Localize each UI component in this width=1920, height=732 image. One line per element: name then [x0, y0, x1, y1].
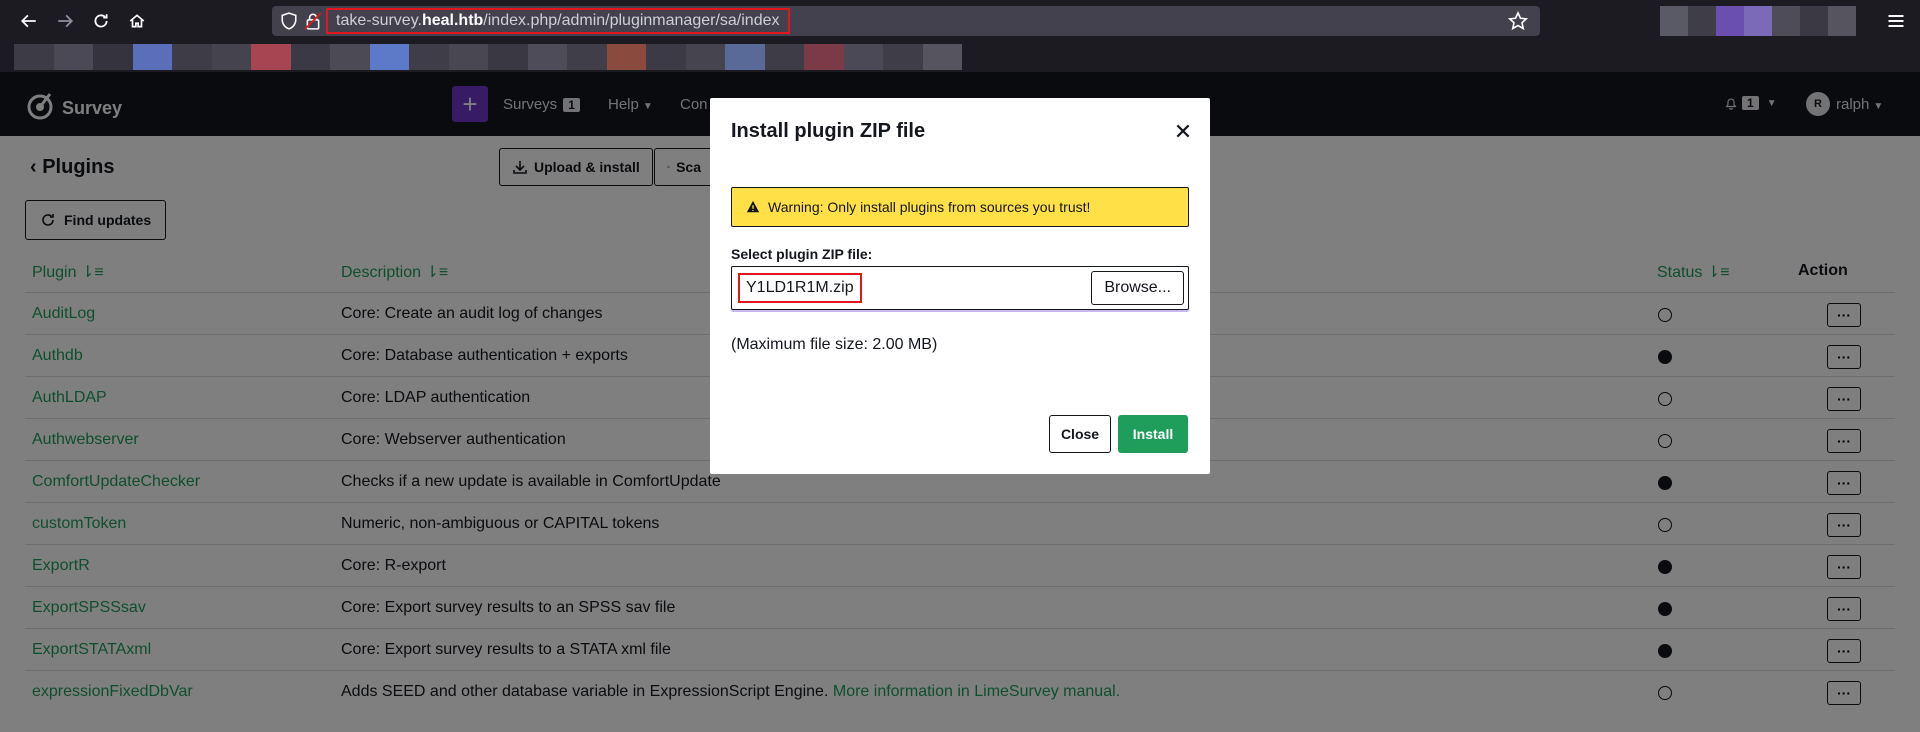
bookmark-item[interactable] — [646, 44, 686, 70]
extension-icon[interactable] — [1660, 6, 1688, 36]
install-plugin-modal: Install plugin ZIP file Warning: Only in… — [710, 98, 1210, 474]
bookmark-item[interactable] — [53, 44, 93, 70]
bookmark-item[interactable] — [132, 44, 172, 70]
bookmark-item[interactable] — [409, 44, 449, 70]
bookmark-item[interactable] — [527, 44, 567, 70]
extensions-area[interactable] — [1660, 6, 1860, 36]
bookmark-item[interactable] — [330, 44, 370, 70]
bookmark-item[interactable] — [172, 44, 212, 70]
close-icon[interactable] — [1174, 122, 1192, 140]
bookmark-item[interactable] — [804, 44, 844, 70]
bookmark-item[interactable] — [93, 44, 133, 70]
selected-file-name: Y1LD1R1M.zip — [738, 273, 862, 303]
bookmark-item[interactable] — [369, 44, 409, 70]
extension-icon[interactable] — [1772, 6, 1800, 36]
extension-icon[interactable] — [1828, 6, 1856, 36]
bookmark-item[interactable] — [251, 44, 291, 70]
bookmark-item[interactable] — [764, 44, 804, 70]
bookmark-star-icon[interactable] — [1508, 11, 1528, 31]
bookmark-item[interactable] — [448, 44, 488, 70]
bookmark-item[interactable] — [567, 44, 607, 70]
modal-title: Install plugin ZIP file — [731, 120, 926, 142]
reload-icon[interactable] — [88, 8, 114, 34]
extension-icon[interactable] — [1716, 6, 1744, 36]
back-icon[interactable] — [16, 8, 42, 34]
bookmark-item[interactable] — [211, 44, 251, 70]
forward-icon[interactable] — [52, 8, 78, 34]
extension-icon[interactable] — [1688, 6, 1716, 36]
extension-icon[interactable] — [1744, 6, 1772, 36]
max-file-size-note: (Maximum file size: 2.00 MB) — [731, 336, 938, 353]
bookmark-item[interactable] — [606, 44, 646, 70]
url-domain: heal.htb — [421, 12, 484, 29]
warning-alert: Warning: Only install plugins from sourc… — [731, 187, 1189, 227]
url-bar[interactable]: take-survey. heal.htb/index.php/admin/plu… — [272, 6, 1540, 36]
browse-button[interactable]: Browse... — [1091, 271, 1184, 305]
warning-triangle-icon — [746, 200, 760, 213]
bookmark-item[interactable] — [922, 44, 962, 70]
bookmarks-blurred[interactable] — [14, 44, 962, 70]
bookmark-item[interactable] — [290, 44, 330, 70]
install-button[interactable]: Install — [1118, 415, 1188, 453]
url-prefix: take-survey. — [336, 12, 422, 29]
lock-insecure-icon[interactable] — [304, 12, 322, 30]
warning-text: Warning: Only install plugins from sourc… — [768, 199, 1091, 215]
url-text[interactable]: take-survey. heal.htb/index.php/admin/plu… — [326, 8, 790, 34]
bookmark-item[interactable] — [685, 44, 725, 70]
bookmark-item[interactable] — [843, 44, 883, 70]
bookmarks-bar — [0, 42, 1920, 72]
plugin-zip-file-input[interactable]: Y1LD1R1M.zip Browse... — [731, 266, 1189, 310]
hamburger-menu-icon[interactable] — [1886, 11, 1906, 31]
url-path: /index.php/admin/pluginmanager/sa/index — [483, 12, 780, 29]
close-button[interactable]: Close — [1049, 415, 1111, 453]
file-input-label: Select plugin ZIP file: — [731, 246, 873, 262]
browser-toolbar: take-survey. heal.htb/index.php/admin/plu… — [0, 0, 1920, 42]
bookmark-item[interactable] — [725, 44, 765, 70]
home-icon[interactable] — [124, 8, 150, 34]
bookmark-item[interactable] — [14, 44, 54, 70]
bookmark-item[interactable] — [488, 44, 528, 70]
shield-icon[interactable] — [280, 12, 298, 30]
bookmark-item[interactable] — [883, 44, 923, 70]
extension-icon[interactable] — [1800, 6, 1828, 36]
